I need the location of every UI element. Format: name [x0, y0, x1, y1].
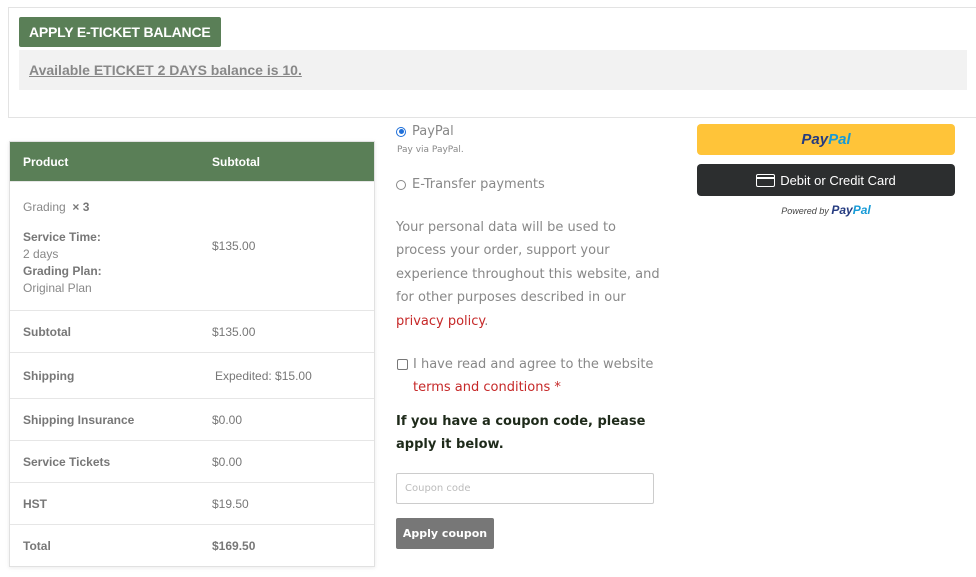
- terms-link[interactable]: terms and conditions: [413, 380, 550, 395]
- paypal-option[interactable]: PayPal: [396, 124, 661, 139]
- service-time-value: 2 days: [23, 247, 59, 261]
- table-row: Shipping Insurance $0.00: [10, 398, 374, 440]
- service-time-label: Service Time:: [23, 230, 101, 244]
- shipping-label: Shipping: [23, 368, 75, 383]
- product-qty: × 3: [72, 200, 90, 214]
- paypal-button[interactable]: Pay Pal: [697, 124, 955, 155]
- product-name-text: Grading: [23, 200, 66, 214]
- hst-label: HST: [23, 496, 47, 511]
- product-cell: Grading × 3 Service Time: 2 days Grading…: [10, 182, 198, 310]
- powered-by-paypal: Powered by PayPal: [697, 203, 955, 217]
- table-row: Grading × 3 Service Time: 2 days Grading…: [10, 181, 374, 310]
- paypal-option-label: PayPal: [412, 124, 454, 139]
- service-tickets-value: $0.00: [212, 454, 243, 469]
- product-name: Grading × 3: [23, 199, 198, 216]
- total-label: Total: [23, 538, 51, 553]
- eticket-panel: APPLY E-TICKET BALANCE Available ETICKET…: [8, 7, 976, 118]
- table-row: Total $169.50: [10, 524, 374, 566]
- etransfer-option-label: E-Transfer payments: [412, 177, 545, 192]
- paypal-logo-pay: Pay: [801, 131, 829, 148]
- apply-eticket-button[interactable]: APPLY E-TICKET BALANCE: [19, 17, 221, 47]
- privacy-end: .: [484, 313, 489, 329]
- debit-credit-card-button[interactable]: Debit or Credit Card: [697, 164, 955, 196]
- product-price: $135.00: [212, 239, 256, 253]
- order-review-table: Product Subtotal Grading × 3 Service Tim…: [9, 141, 375, 567]
- eticket-balance-notice: Available ETICKET 2 DAYS balance is 10.: [19, 50, 967, 90]
- subtotal-label: Subtotal: [23, 324, 71, 339]
- terms-agreement: I have read and agree to the website ter…: [396, 353, 661, 399]
- table-row: Shipping Expedited: $15.00: [10, 352, 374, 398]
- table-row: Service Tickets $0.00: [10, 440, 374, 482]
- eticket-balance-text: Available ETICKET 2 DAYS balance is 10.: [29, 62, 302, 78]
- product-column-header: Product: [23, 154, 69, 169]
- etransfer-radio[interactable]: [396, 179, 406, 190]
- card-button-label: Debit or Credit Card: [780, 172, 896, 188]
- total-value: $169.50: [212, 538, 256, 553]
- powered-by-text: Powered by: [781, 206, 829, 216]
- coupon-note: If you have a coupon code, please apply …: [396, 414, 646, 453]
- table-row: HST $19.50: [10, 482, 374, 524]
- shipping-value: Expedited: $15.00: [215, 368, 312, 383]
- powered-logo-pay: Pay: [831, 203, 853, 217]
- paypal-logo-pal: Pal: [828, 131, 851, 148]
- table-row: Subtotal $135.00: [10, 310, 374, 352]
- credit-card-icon: [756, 173, 776, 187]
- privacy-notice: Your personal data will be used to proce…: [396, 216, 661, 333]
- payment-methods: PayPal Pay via PayPal. E-Transfer paymen…: [396, 124, 661, 550]
- terms-text-block: I have read and agree to the website ter…: [413, 353, 653, 399]
- grading-plan-label: Grading Plan:: [23, 264, 102, 278]
- paypal-description: Pay via PayPal.: [397, 145, 464, 155]
- shipping-insurance-value: $0.00: [212, 412, 243, 427]
- subtotal-column-header: Subtotal: [212, 154, 260, 169]
- subtotal-value: $135.00: [212, 324, 256, 339]
- terms-checkbox[interactable]: [397, 359, 408, 371]
- grading-plan-value: Original Plan: [23, 281, 92, 295]
- apply-coupon-button[interactable]: Apply coupon: [396, 518, 494, 550]
- shipping-insurance-label: Shipping Insurance: [23, 412, 135, 427]
- coupon-code-input[interactable]: [396, 473, 654, 505]
- etransfer-option[interactable]: E-Transfer payments: [396, 177, 661, 192]
- terms-text: I have read and agree to the website: [413, 357, 654, 373]
- powered-logo-pal: Pal: [852, 203, 871, 217]
- hst-value: $19.50: [212, 496, 249, 511]
- privacy-policy-link[interactable]: privacy policy: [396, 314, 484, 329]
- service-tickets-label: Service Tickets: [23, 454, 111, 469]
- required-asterisk: *: [554, 380, 561, 396]
- paypal-radio[interactable]: [396, 126, 406, 137]
- order-table-header: Product Subtotal: [10, 142, 374, 181]
- paypal-buttons: Pay Pal Debit or Credit Card Powered by P…: [697, 124, 955, 217]
- privacy-text: Your personal data will be used to proce…: [396, 220, 660, 306]
